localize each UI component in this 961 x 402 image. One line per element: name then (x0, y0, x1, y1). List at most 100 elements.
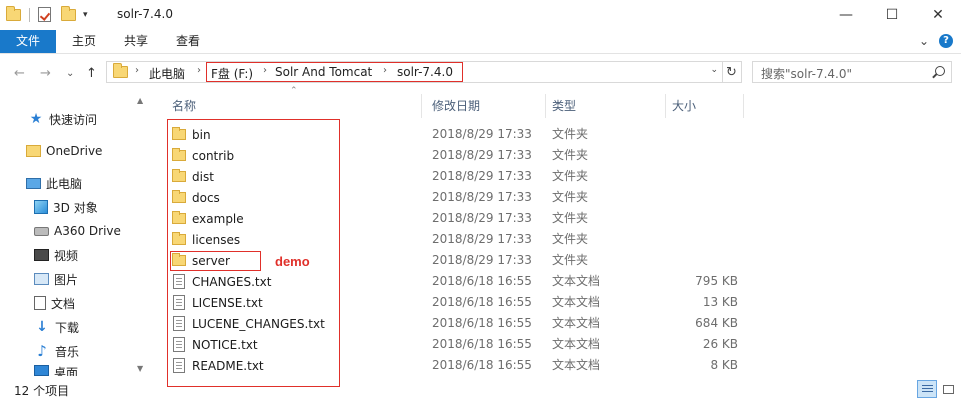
column-header-type[interactable]: 类型 (552, 94, 576, 118)
file-date: 2018/8/29 17:33 (432, 253, 532, 267)
file-size: 13 KB (702, 295, 738, 309)
file-date: 2018/6/18 16:55 (432, 358, 532, 372)
nav-scrollbar[interactable]: ▲ ▼ (134, 94, 150, 376)
file-type: 文件夹 (552, 190, 589, 204)
file-type: 文件夹 (552, 169, 589, 183)
properties-icon[interactable] (38, 7, 51, 22)
download-icon: ↓ (36, 319, 48, 335)
navigation-bar: ← → ⌄ ↑ › 此电脑 › F盘 (F:) › Solr And Tomca… (0, 54, 961, 94)
file-date: 2018/6/18 16:55 (432, 295, 532, 309)
file-date: 2018/8/29 17:33 (432, 211, 532, 225)
file-size: 8 KB (710, 358, 738, 372)
pictures-icon (34, 273, 49, 285)
nav-item-desktop[interactable]: 桌面 (34, 362, 78, 376)
nav-label: 音乐 (55, 344, 80, 359)
file-type: 文本文档 (552, 316, 601, 330)
minimize-button[interactable]: — (823, 0, 869, 30)
nav-label: 快速访问 (49, 112, 98, 127)
file-size: 795 KB (695, 274, 738, 288)
address-history-chevron-icon[interactable]: ⌄ (710, 65, 718, 75)
refresh-button[interactable]: ↻ (722, 61, 742, 83)
file-date: 2018/8/29 17:33 (432, 190, 532, 204)
nav-item-a360-drive[interactable]: A360 Drive (34, 220, 121, 242)
file-date: 2018/6/18 16:55 (432, 316, 532, 330)
nav-item-3d-objects[interactable]: 3D 对象 (34, 196, 98, 218)
up-button[interactable]: ↑ (86, 66, 97, 81)
large-icons-view-button[interactable] (938, 380, 958, 398)
nav-item-videos[interactable]: 视频 (34, 244, 78, 266)
search-placeholder: 搜索"solr-7.4.0" (761, 67, 852, 81)
column-divider[interactable] (743, 94, 744, 118)
tab-view[interactable]: 查看 (164, 30, 212, 53)
video-icon (34, 249, 49, 261)
column-header-name[interactable]: 名称 (172, 94, 196, 118)
folder-icon (6, 5, 21, 21)
new-folder-icon[interactable] (61, 5, 76, 21)
documents-icon (34, 296, 46, 310)
file-date: 2018/8/29 17:33 (432, 148, 532, 162)
forward-button[interactable]: → (40, 66, 51, 81)
customize-toolbar-chevron-icon[interactable]: ▾ (83, 10, 88, 20)
nav-item-quick-access[interactable]: ★ 快速访问 (28, 108, 97, 130)
address-bar[interactable]: › 此电脑 › F盘 (F:) › Solr And Tomcat › solr… (106, 61, 723, 83)
server-highlight-box (170, 251, 261, 271)
file-type: 文件夹 (552, 253, 589, 267)
folder-icon (26, 145, 41, 157)
details-view-button[interactable] (917, 380, 937, 398)
status-bar: 12 个项目 (0, 376, 961, 402)
nav-label: 3D 对象 (53, 200, 98, 215)
scroll-up-icon[interactable]: ▲ (137, 96, 143, 105)
recent-locations-icon[interactable]: ⌄ (66, 68, 74, 79)
column-divider[interactable] (421, 94, 422, 118)
nav-label: 下载 (55, 320, 80, 335)
tab-share[interactable]: 共享 (112, 30, 160, 53)
file-date: 2018/6/18 16:55 (432, 274, 532, 288)
path-highlight-box (206, 62, 463, 82)
file-type: 文件夹 (552, 232, 589, 246)
file-type: 文件夹 (552, 127, 589, 141)
demo-annotation: demo (275, 254, 310, 269)
quick-access-toolbar: ▾ (6, 5, 88, 22)
column-header-date[interactable]: 修改日期 (432, 94, 480, 118)
nav-item-music[interactable]: ♪ 音乐 (34, 340, 79, 362)
file-type: 文本文档 (552, 295, 601, 309)
tab-file[interactable]: 文件 (0, 30, 56, 53)
item-count: 12 个项目 (14, 384, 70, 398)
nav-item-this-pc[interactable]: 此电脑 (26, 172, 82, 194)
file-type: 文件夹 (552, 211, 589, 225)
close-button[interactable]: ✕ (915, 0, 961, 30)
help-icon[interactable]: ? (939, 34, 953, 48)
sort-ascending-icon: ⌃ (290, 86, 298, 96)
star-icon: ★ (29, 111, 43, 127)
scroll-down-icon[interactable]: ▼ (137, 364, 143, 373)
expand-ribbon-icon[interactable]: ⌄ (919, 34, 929, 48)
file-type: 文本文档 (552, 274, 601, 288)
file-date: 2018/8/29 17:33 (432, 169, 532, 183)
nav-label: 图片 (54, 272, 79, 287)
navigation-pane: ★ 快速访问 OneDrive 此电脑 3D 对象 A360 Drive 视频 … (0, 94, 150, 376)
music-icon: ♪ (37, 342, 47, 360)
nav-item-documents[interactable]: 文档 (34, 292, 75, 314)
drive-icon (34, 226, 49, 236)
file-size: 26 KB (702, 337, 738, 351)
search-box[interactable]: 搜索"solr-7.4.0" (752, 61, 952, 83)
nav-item-downloads[interactable]: ↓ 下载 (34, 316, 79, 338)
nav-label: 文档 (51, 296, 76, 311)
file-date: 2018/8/29 17:33 (432, 127, 532, 141)
file-type: 文本文档 (552, 358, 601, 372)
column-header-size[interactable]: 大小 (672, 94, 696, 118)
tab-home[interactable]: 主页 (60, 30, 108, 53)
nav-item-pictures[interactable]: 图片 (34, 268, 78, 290)
column-divider[interactable] (545, 94, 546, 118)
desktop-icon (34, 365, 49, 376)
maximize-button[interactable]: ☐ (869, 0, 915, 30)
toolbar-divider (29, 7, 30, 22)
breadcrumb-this-pc[interactable]: 此电脑 (149, 65, 185, 82)
nav-label: 视频 (54, 248, 79, 263)
nav-label: OneDrive (46, 144, 103, 158)
chevron-right-icon: › (135, 65, 139, 76)
title-bar: ▾ solr-7.4.0 — ☐ ✕ (0, 0, 961, 30)
back-button[interactable]: ← (14, 66, 25, 81)
column-divider[interactable] (665, 94, 666, 118)
nav-item-onedrive[interactable]: OneDrive (26, 140, 102, 162)
